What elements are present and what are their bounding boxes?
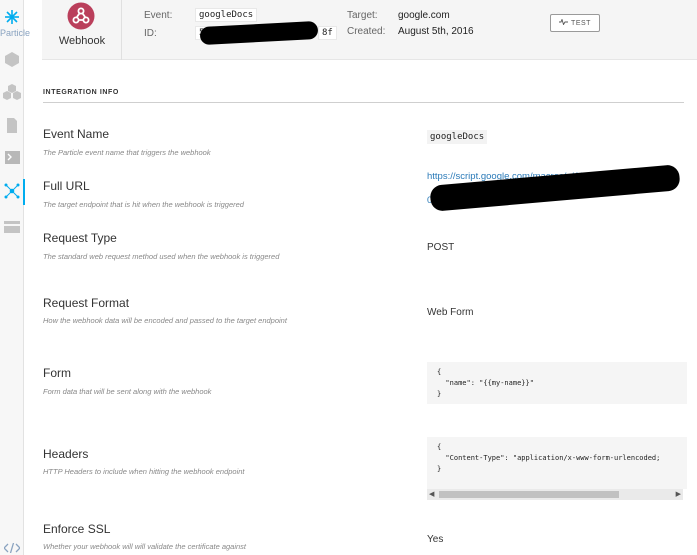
scroll-right-arrow-icon[interactable]: ▶ bbox=[676, 490, 681, 498]
row-form-desc: Form data that will be sent along with t… bbox=[43, 387, 212, 396]
row-event-name-value: googleDocs bbox=[427, 130, 488, 144]
row-request-type-label: Request Type bbox=[43, 231, 117, 245]
scrollbar-thumb[interactable] bbox=[439, 491, 619, 498]
headers-horizontal-scrollbar[interactable]: ◀ ▶ bbox=[427, 489, 683, 500]
row-request-format-desc: How the webhook data will be encoded and… bbox=[43, 316, 287, 325]
section-title: INTEGRATION INFO bbox=[43, 89, 119, 96]
integrations-icon[interactable] bbox=[0, 179, 25, 205]
row-full-url-label: Full URL bbox=[43, 179, 90, 193]
particle-logo-icon[interactable] bbox=[0, 10, 24, 24]
row-request-type-value: POST bbox=[427, 242, 455, 253]
target-value: google.com bbox=[398, 10, 450, 21]
webhook-icon bbox=[67, 2, 95, 35]
section-divider bbox=[43, 102, 684, 103]
webhook-header: Webhook Event: googleDocs ID: 57 8f Targ… bbox=[42, 0, 697, 60]
row-full-url-desc: The target endpoint that is hit when the… bbox=[43, 200, 244, 209]
row-headers-desc: HTTP Headers to include when hitting the… bbox=[43, 467, 245, 476]
webhook-title: Webhook bbox=[58, 35, 106, 47]
created-label: Created: bbox=[347, 26, 386, 37]
test-button[interactable]: TEST bbox=[550, 14, 600, 32]
row-form-label: Form bbox=[43, 366, 71, 380]
row-event-name-desc: The Particle event name that triggers th… bbox=[43, 148, 211, 157]
row-request-format-value: Web Form bbox=[427, 307, 474, 318]
target-label: Target: bbox=[347, 10, 378, 21]
row-enforce-ssl-label: Enforce SSL bbox=[43, 522, 111, 536]
apps-icon[interactable] bbox=[0, 84, 24, 100]
created-value: August 5th, 2016 bbox=[398, 26, 474, 37]
row-request-format-label: Request Format bbox=[43, 296, 130, 310]
event-value: googleDocs bbox=[195, 8, 258, 22]
products-icon[interactable] bbox=[0, 52, 24, 67]
row-enforce-ssl-desc: Whether your webhook will will validate … bbox=[43, 542, 247, 551]
webhook-tile: Webhook bbox=[42, 0, 122, 60]
id-value-end: 8f bbox=[318, 26, 337, 40]
scroll-left-arrow-icon[interactable]: ◀ bbox=[429, 490, 434, 498]
console-icon[interactable] bbox=[0, 151, 24, 164]
pulse-icon bbox=[559, 18, 569, 27]
sim-card-icon[interactable] bbox=[0, 118, 24, 133]
row-headers-label: Headers bbox=[43, 447, 89, 461]
row-form-code: { "name": "{{my-name}}" } bbox=[427, 362, 687, 404]
id-label: ID: bbox=[144, 28, 157, 39]
event-label: Event: bbox=[144, 10, 173, 21]
row-event-name-label: Event Name bbox=[43, 127, 110, 141]
row-headers-code: { "Content-Type": "application/x-www-for… bbox=[427, 437, 687, 489]
nav-logo-text: Particle bbox=[0, 28, 31, 38]
billing-icon[interactable] bbox=[0, 221, 24, 233]
test-button-label: TEST bbox=[571, 19, 591, 27]
code-icon[interactable] bbox=[0, 543, 24, 553]
nav-rail: Particle bbox=[0, 0, 30, 555]
row-request-type-desc: The standard web request method used whe… bbox=[43, 252, 280, 261]
row-enforce-ssl-value: Yes bbox=[427, 534, 444, 545]
